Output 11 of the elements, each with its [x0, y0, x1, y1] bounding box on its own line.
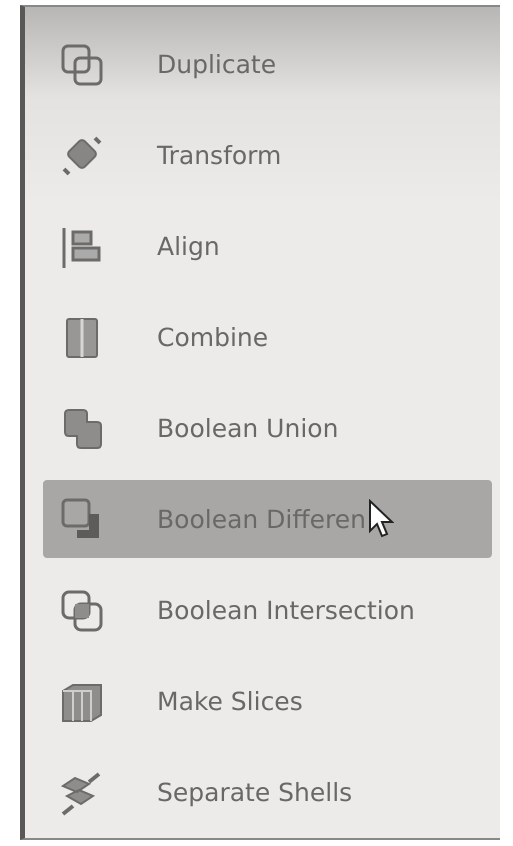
menu-item[interactable]: Combine	[43, 292, 492, 383]
menu-item[interactable]: Boolean Intersection	[43, 565, 492, 656]
cursor-icon	[368, 499, 394, 539]
menu-item[interactable]: Align	[43, 201, 492, 292]
menu-item[interactable]: Make Slices	[43, 656, 492, 747]
menu-item[interactable]: Separate Shells	[43, 747, 492, 838]
intersection-icon	[59, 588, 105, 634]
menu-item[interactable]: Duplicate	[43, 19, 492, 110]
menu-item[interactable]: Boolean Union	[43, 383, 492, 474]
duplicate-icon	[59, 42, 105, 88]
menu-item[interactable]: Transform	[43, 110, 492, 201]
